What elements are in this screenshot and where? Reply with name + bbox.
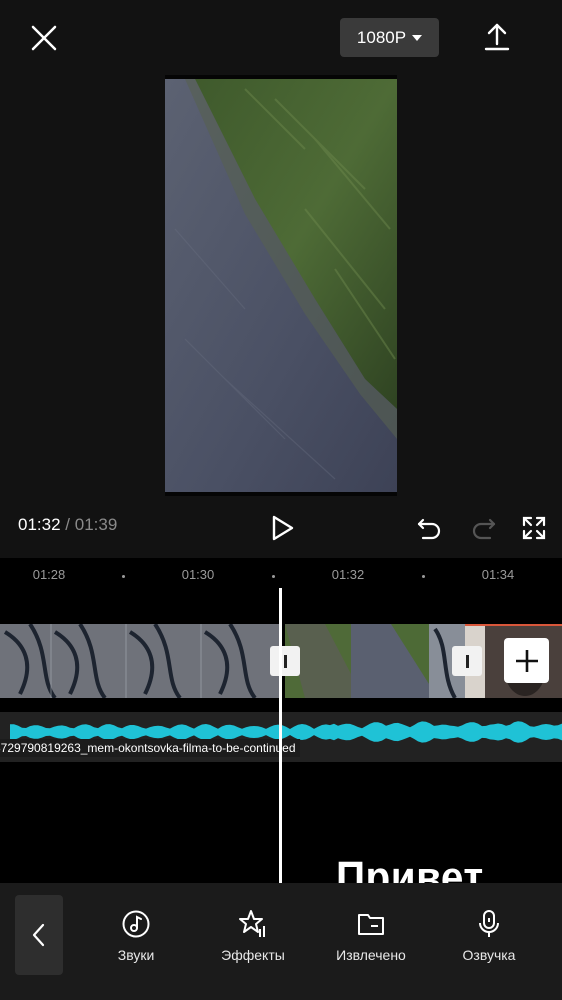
time-separator: / xyxy=(65,515,71,534)
time-display: 01:32 / 01:39 xyxy=(18,515,117,535)
clip-transition-handle[interactable] xyxy=(452,646,482,676)
play-button[interactable] xyxy=(266,512,298,544)
export-button[interactable] xyxy=(480,18,516,58)
ruler-dot xyxy=(422,575,425,578)
ruler-tick-label: 01:30 xyxy=(181,567,215,582)
ruler-tick-label: 01:34 xyxy=(481,567,515,582)
preview-frame-image xyxy=(165,79,397,492)
redo-icon xyxy=(472,518,496,540)
fullscreen-button[interactable] xyxy=(520,514,548,542)
tool-extracted[interactable]: Извлечено xyxy=(326,909,416,963)
video-clip-road[interactable] xyxy=(351,624,429,698)
microphone-icon xyxy=(479,910,499,937)
audio-clip-label: 3729790819263_mem-okontsovka-filma-to-be… xyxy=(0,739,300,757)
music-note-icon xyxy=(122,910,150,938)
resolution-dropdown[interactable]: 1080P xyxy=(340,18,439,57)
close-button[interactable] xyxy=(24,18,64,58)
tool-label: Эффекты xyxy=(221,947,285,963)
clip-transition-handle[interactable] xyxy=(270,646,300,676)
close-icon xyxy=(31,25,57,51)
undo-icon xyxy=(417,518,441,540)
tool-label: Озвучка xyxy=(462,947,516,963)
tool-voiceover[interactable]: Озвучка xyxy=(444,909,534,963)
current-time: 01:32 xyxy=(18,515,61,534)
undo-button[interactable] xyxy=(415,514,445,542)
video-clip-bike[interactable] xyxy=(0,624,279,698)
tool-sounds[interactable]: Звуки xyxy=(91,909,181,963)
total-duration: 01:39 xyxy=(74,515,118,534)
export-icon xyxy=(484,23,510,51)
bottom-toolbar: Звуки Эффекты Извлечено Озвучка xyxy=(0,883,562,1000)
ruler-dot xyxy=(272,575,275,578)
ruler-tick-label: 01:32 xyxy=(331,567,365,582)
redo-button[interactable] xyxy=(468,514,498,542)
add-clip-button[interactable] xyxy=(504,638,549,683)
fullscreen-icon xyxy=(522,516,546,540)
play-icon xyxy=(272,515,294,541)
ruler-dot xyxy=(122,575,125,578)
folder-icon xyxy=(358,914,384,935)
video-preview[interactable] xyxy=(165,75,397,496)
resolution-label: 1080P xyxy=(356,27,407,47)
caret-down-icon xyxy=(412,34,423,41)
playhead[interactable] xyxy=(279,588,282,883)
plus-icon xyxy=(515,649,538,672)
chevron-left-icon xyxy=(32,923,45,947)
back-button[interactable] xyxy=(15,895,63,975)
star-effects-icon xyxy=(239,910,265,937)
tool-effects[interactable]: Эффекты xyxy=(208,909,298,963)
tool-label: Извлечено xyxy=(336,947,406,963)
tool-label: Звуки xyxy=(117,947,155,963)
ruler-tick-label: 01:28 xyxy=(32,567,66,582)
